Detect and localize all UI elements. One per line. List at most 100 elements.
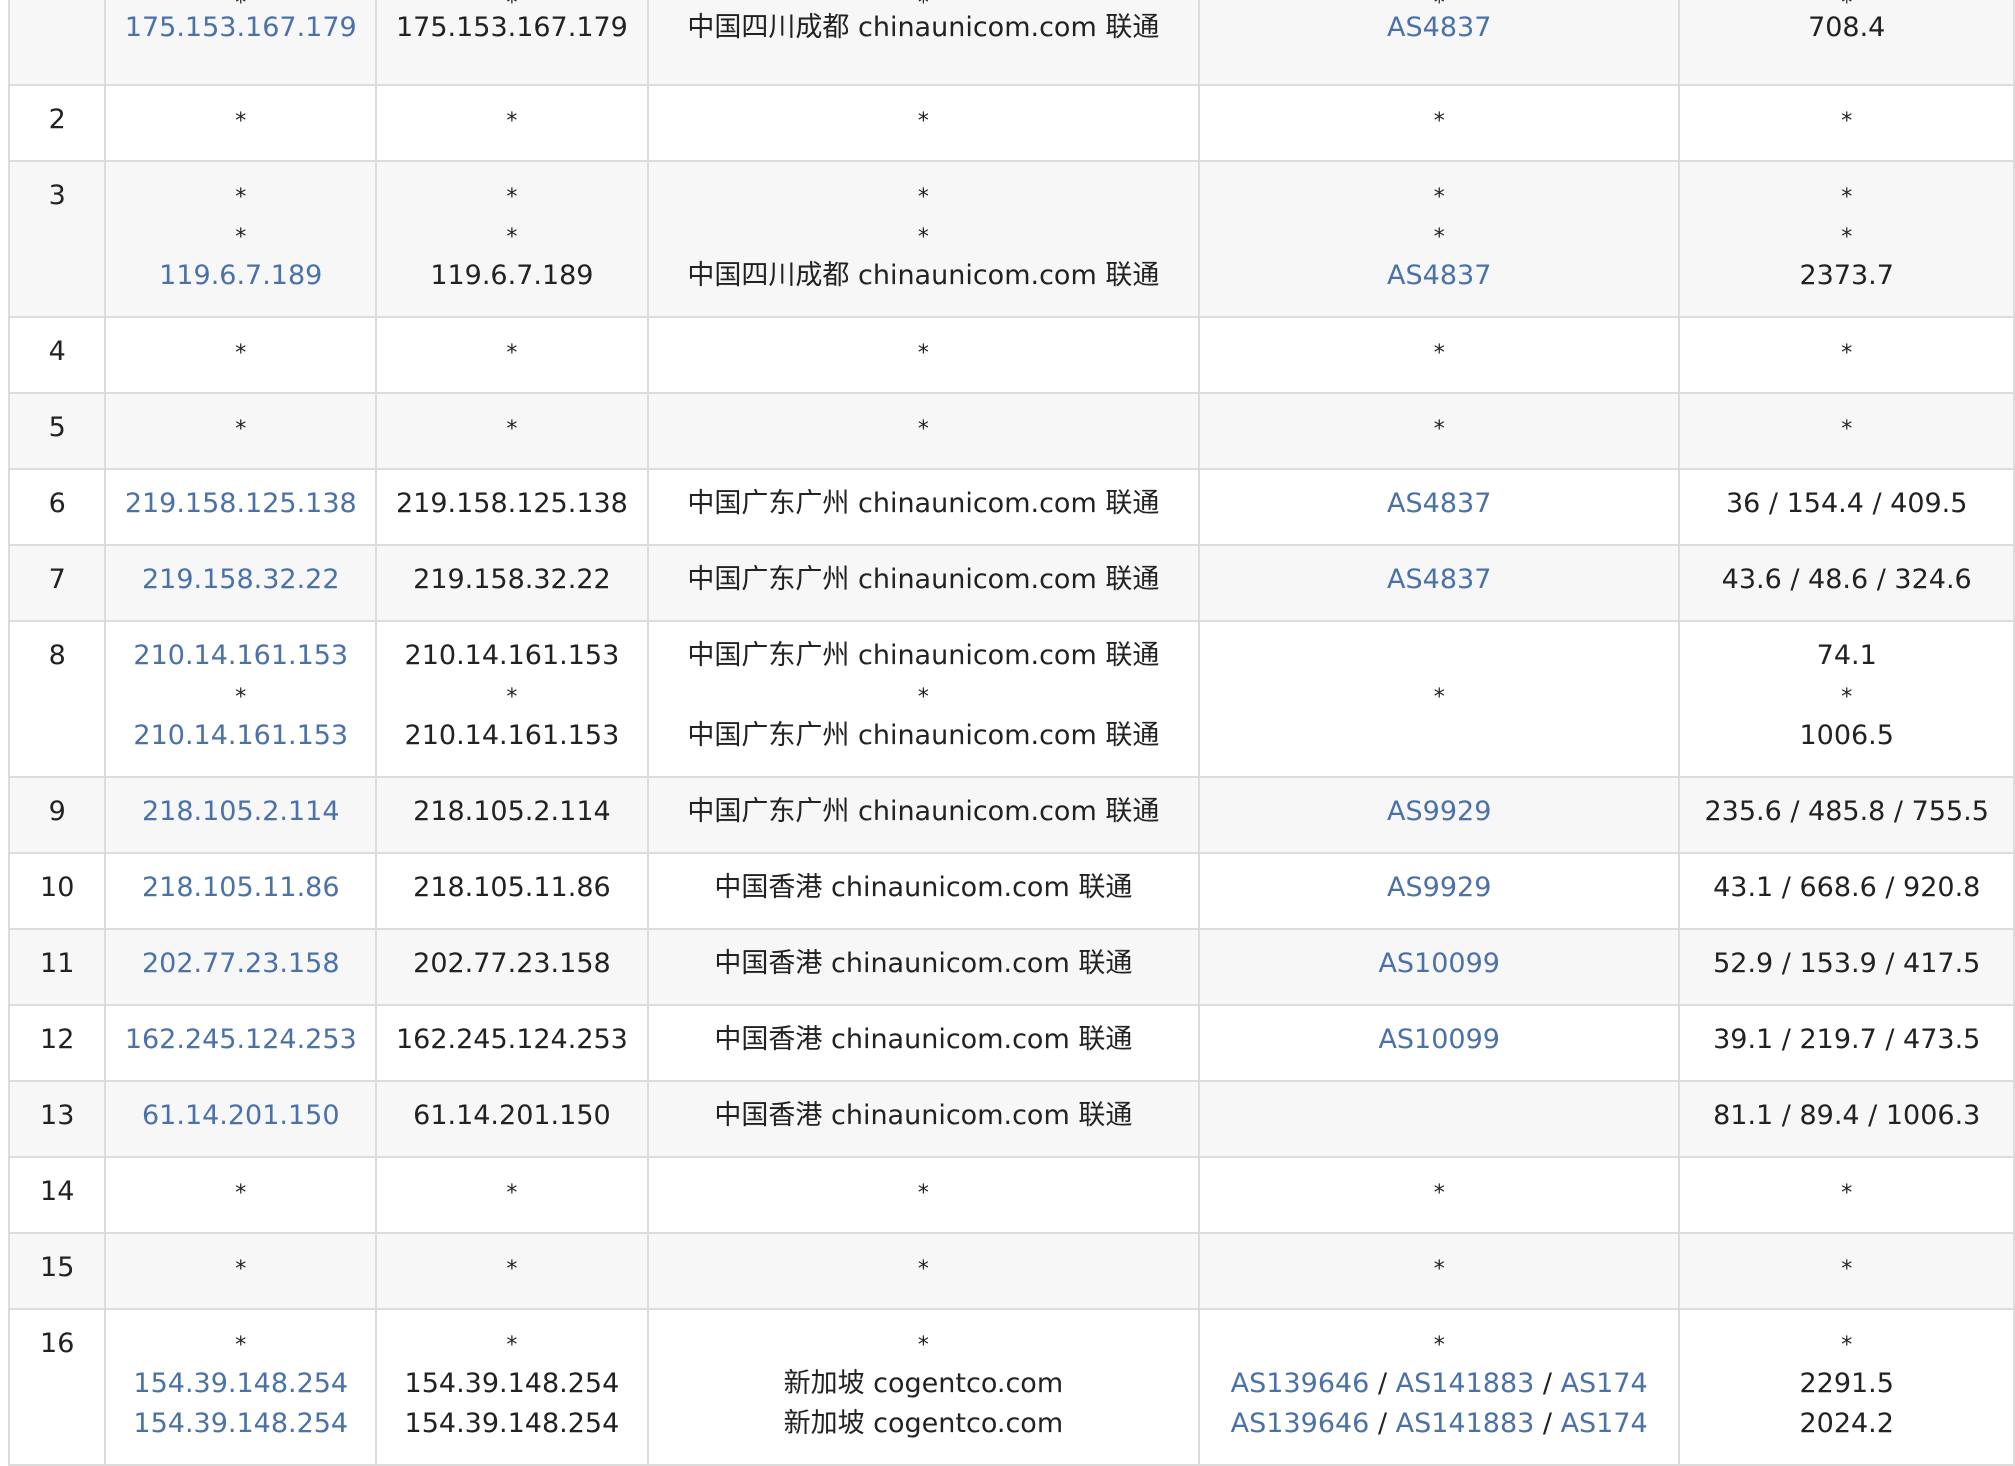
location-text: * [917,685,929,710]
ip-address-link[interactable]: 219.158.32.22 [142,564,340,595]
ip-address-link[interactable]: 218.105.11.86 [142,872,340,903]
latency-text: 235.6 / 485.8 / 755.5 [1704,796,1989,827]
hostname-line: 210.14.161.153 [377,636,647,676]
latency-cell: 81.1 / 89.4 / 1006.3 [1678,1080,2015,1158]
ip-address-line: 61.14.201.150 [106,1096,375,1136]
ip-address-link[interactable]: 210.14.161.153 [133,640,348,671]
asn-line: AS4837 [1200,8,1678,48]
location-text: * [917,1333,929,1358]
latency-text: * [1841,185,1853,210]
location-text: * [917,1257,929,1282]
hop-number: 10 [7,852,107,930]
asn-cell: * [1197,620,1681,778]
location-cell: * [646,316,1201,394]
hostname-text: 218.105.11.86 [413,872,611,903]
asn-text: * [1433,1333,1445,1358]
location-cell: 中国香港 chinaunicom.com 联通 [646,1004,1201,1082]
latency-text: 2373.7 [1799,260,1894,291]
location-line: 新加坡 cogentco.com [649,1364,1198,1404]
table-row: 4 * * * * * [7,316,2015,394]
hostname-cell: * [375,392,649,470]
location-line: 中国广东广州 chinaunicom.com 联通 [649,560,1198,600]
latency-line: 2291.5 [1680,1364,2013,1404]
latency-cell: * 708.4 [1678,0,2015,86]
hop-number: 4 [7,316,107,394]
ip-address-line: 119.6.7.189 [106,256,375,296]
table-row: 12 162.245.124.253 162.245.124.253 中国香港 chi… [7,1004,2015,1082]
asn-link[interactable]: AS4837 [1387,488,1491,519]
location-text: 中国香港 chinaunicom.com 联通 [714,948,1133,979]
asn-separator: / [1534,1408,1561,1439]
location-line: 中国广东广州 chinaunicom.com 联通 [649,484,1198,524]
asn-link[interactable]: AS10099 [1378,1024,1500,1055]
asn-line: AS4837 [1200,256,1678,296]
asn-cell: * [1197,392,1681,470]
ip-address-text: * [235,417,247,442]
asn-link[interactable]: AS9929 [1387,796,1491,827]
hostname-cell: * [375,1156,649,1234]
asn-link[interactable]: AS4837 [1387,12,1491,43]
hostname-text: 202.77.23.158 [413,948,611,979]
asn-link[interactable]: AS141883 [1396,1368,1535,1399]
hostname-line: * [377,0,647,16]
hop-number: 13 [7,1080,107,1158]
hostname-text: 162.245.124.253 [395,1024,628,1055]
hostname-line: 119.6.7.189 [377,256,647,296]
asn-link[interactable]: AS141883 [1396,1408,1535,1439]
hostname-cell: * [375,316,649,394]
latency-cell: * [1678,84,2015,162]
latency-cell: 36 / 154.4 / 409.5 [1678,468,2015,546]
asn-cell: * [1197,84,1681,162]
location-text: 中国广东广州 chinaunicom.com 联通 [687,720,1160,751]
ip-address-link[interactable]: 175.153.167.179 [125,12,357,43]
ip-address-link[interactable]: 162.245.124.253 [125,1024,357,1055]
asn-link[interactable]: AS4837 [1387,260,1491,291]
asn-link[interactable]: AS174 [1561,1408,1648,1439]
ip-address-link[interactable]: 154.39.148.254 [133,1408,348,1439]
ip-address-cell: 218.105.2.114 [104,776,378,854]
hostname-cell: 219.158.125.138 [375,468,649,546]
asn-link[interactable]: AS139646 [1231,1368,1370,1399]
ip-address-link[interactable]: 210.14.161.153 [133,720,348,751]
location-text: * [917,1181,929,1206]
asn-line: * [1200,0,1678,16]
latency-line: * [1680,1248,2013,1288]
ip-address-text: * [235,109,247,134]
hostname-text: * [506,225,518,250]
asn-link[interactable]: AS174 [1561,1368,1648,1399]
asn-link[interactable]: AS9929 [1387,872,1491,903]
latency-line: * [1680,1324,2013,1364]
hostname-cell: 218.105.11.86 [375,852,649,930]
location-cell: 中国香港 chinaunicom.com 联通 [646,852,1201,930]
hostname-text: * [506,185,518,210]
hop-label: 11 [40,948,75,979]
location-line: 中国广东广州 chinaunicom.com 联通 [649,636,1198,676]
hostname-line: 219.158.32.22 [377,560,647,600]
asn-link[interactable]: AS10099 [1378,948,1500,979]
location-cell: * [646,84,1201,162]
asn-link[interactable]: AS139646 [1231,1408,1370,1439]
latency-cell: 52.9 / 153.9 / 417.5 [1678,928,2015,1006]
ip-address-text: * [235,685,247,710]
ip-address-link[interactable]: 202.77.23.158 [142,948,340,979]
ip-address-link[interactable]: 218.105.2.114 [142,796,340,827]
asn-line: * [1200,100,1678,140]
hostname-line: 61.14.201.150 [377,1096,647,1136]
location-line: 中国香港 chinaunicom.com 联通 [649,1096,1198,1136]
ip-address-line: * [106,1248,375,1288]
asn-line: AS4837 [1200,560,1678,600]
location-cell: 中国香港 chinaunicom.com 联通 [646,928,1201,1006]
asn-line: AS10099 [1200,944,1678,984]
ip-address-link[interactable]: 219.158.125.138 [125,488,357,519]
latency-cell: * [1678,392,2015,470]
latency-line: 708.4 [1680,8,2013,48]
hostname-cell: * [375,1232,649,1310]
ip-address-link[interactable]: 154.39.148.254 [133,1368,348,1399]
asn-link[interactable]: AS4837 [1387,564,1491,595]
ip-address-link[interactable]: 119.6.7.189 [159,260,322,291]
ip-address-link[interactable]: 61.14.201.150 [142,1100,340,1131]
asn-line: AS10099 [1200,1020,1678,1060]
hop-number: 8 [7,620,107,778]
asn-line: AS139646 / AS141883 / AS174 [1200,1364,1678,1404]
hop-label: 6 [48,488,66,519]
